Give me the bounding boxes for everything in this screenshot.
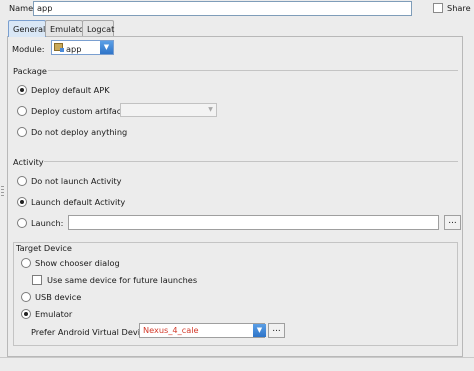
bottom-divider [0, 357, 474, 358]
radio-deploy-custom[interactable] [17, 106, 27, 116]
radio-emulator[interactable] [21, 309, 31, 319]
share-checkbox[interactable] [433, 3, 443, 13]
module-folder-icon [54, 43, 64, 52]
usb-device-label: USB device [35, 292, 82, 302]
artifact-select[interactable] [120, 103, 217, 117]
no-launch-label: Do not launch Activity [31, 176, 122, 186]
launch-default-label: Launch default Activity [31, 197, 126, 207]
launch-label: Launch: [31, 218, 64, 228]
module-label: Module: [12, 44, 45, 54]
no-deploy-label: Do not deploy anything [31, 127, 128, 137]
tab-logcat[interactable]: Logcat [82, 20, 114, 36]
browse-avd-button[interactable]: ... [268, 323, 285, 338]
chevron-down-icon[interactable]: ▼ [100, 41, 113, 54]
browse-activity-button[interactable]: ... [444, 215, 461, 230]
package-separator [48, 70, 458, 71]
radio-launch-default[interactable] [17, 197, 27, 207]
launch-activity-input[interactable] [68, 215, 439, 230]
name-label: Name: [9, 3, 36, 13]
radio-no-deploy[interactable] [17, 127, 27, 137]
deploy-default-label: Deploy default APK [31, 85, 110, 95]
avd-label: Prefer Android Virtual Device: [31, 327, 153, 337]
chevron-down-icon[interactable]: ▼ [253, 324, 266, 337]
share-label: Share [447, 3, 471, 13]
emulator-label: Emulator [35, 309, 73, 319]
show-chooser-label: Show chooser dialog [35, 258, 120, 268]
tab-general[interactable]: General [8, 20, 46, 37]
deploy-custom-label: Deploy custom artifact: [31, 106, 128, 116]
avd-select[interactable]: Nexus_4_cale [139, 323, 265, 338]
radio-launch[interactable] [17, 218, 27, 228]
name-input[interactable]: app [33, 1, 412, 16]
resize-handle[interactable] [1, 186, 4, 198]
module-value: app [66, 44, 82, 54]
activity-section-title: Activity [13, 157, 44, 167]
radio-show-chooser[interactable] [21, 258, 31, 268]
radio-no-launch[interactable] [17, 176, 27, 186]
same-device-checkbox[interactable] [32, 275, 42, 285]
package-section-title: Package [13, 66, 47, 76]
activity-separator [44, 161, 458, 162]
radio-deploy-default[interactable] [17, 85, 27, 95]
same-device-label: Use same device for future launches [47, 275, 198, 285]
chevron-down-icon: ▼ [208, 106, 213, 113]
target-device-title: Target Device [16, 243, 74, 253]
radio-usb-device[interactable] [21, 292, 31, 302]
tab-emulator[interactable]: Emulator [45, 20, 87, 36]
